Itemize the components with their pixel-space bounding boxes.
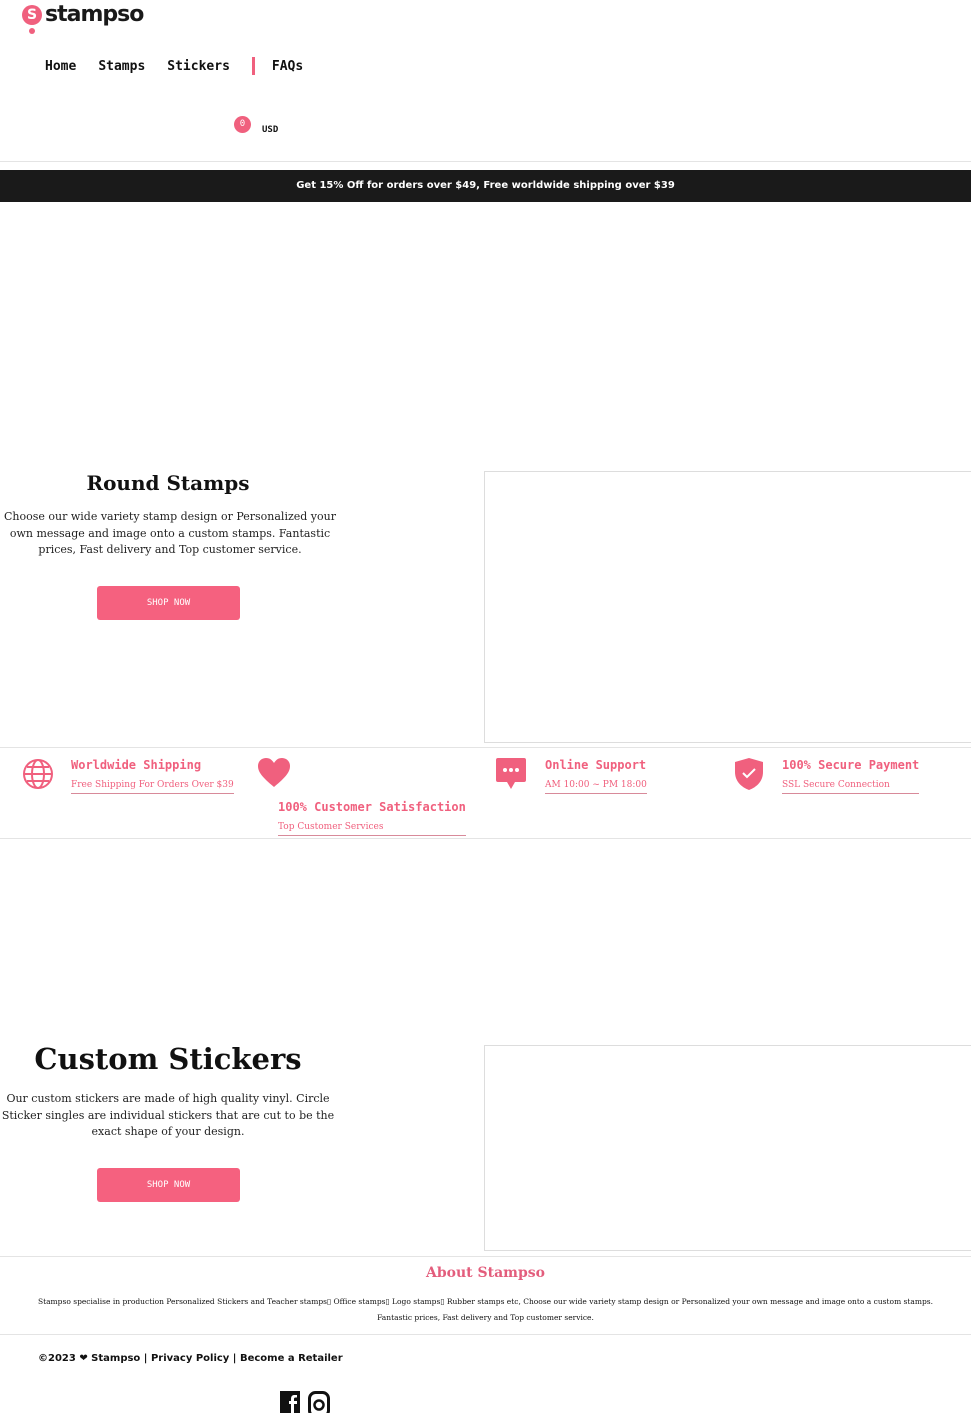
divider bbox=[0, 1256, 971, 1257]
round-stamps-image bbox=[484, 471, 971, 743]
globe-icon bbox=[23, 759, 53, 789]
feature-title: Worldwide Shipping bbox=[71, 758, 202, 772]
chat-icon bbox=[496, 758, 526, 789]
custom-stickers-title: Custom Stickers bbox=[34, 1042, 302, 1076]
privacy-policy-link[interactable]: Privacy Policy bbox=[151, 1353, 229, 1364]
feature-subtitle: Free Shipping For Orders Over $39 bbox=[71, 780, 234, 794]
feature-secure-payment: 100% Secure Payment SSL Secure Connection bbox=[735, 758, 920, 794]
become-retailer-link[interactable]: Become a Retailer bbox=[240, 1353, 343, 1364]
about-description: Stampso specialise in production Persona… bbox=[37, 1297, 934, 1322]
footer-links: ©2023 ❤ Stampso | Privacy Policy | Becom… bbox=[38, 1353, 343, 1364]
logo-text: stampso bbox=[45, 2, 144, 27]
main-nav: Home Stamps Stickers FAQs bbox=[45, 57, 325, 75]
nav-faqs[interactable]: FAQs bbox=[272, 59, 303, 74]
divider bbox=[0, 747, 971, 748]
feature-subtitle: Top Customer Services bbox=[278, 822, 466, 836]
feature-subtitle: SSL Secure Connection bbox=[782, 780, 920, 794]
instagram-icon[interactable] bbox=[308, 1391, 330, 1413]
shield-check-icon bbox=[735, 758, 763, 790]
heart-icon bbox=[258, 758, 290, 787]
copyright: ©2023 ❤ Stampso bbox=[38, 1353, 141, 1364]
feature-title: 100% Secure Payment bbox=[782, 758, 920, 772]
feature-customer-satisfaction: 100% Customer Satisfaction Top Customer S… bbox=[258, 758, 466, 836]
feature-online-support: Online Support AM 10:00 ~ PM 18:00 bbox=[496, 758, 647, 794]
currency-selector[interactable]: USD bbox=[262, 125, 278, 135]
divider bbox=[0, 161, 971, 162]
feature-title: 100% Customer Satisfaction bbox=[278, 800, 466, 814]
round-stamps-desc: Choose our wide variety stamp design or … bbox=[4, 510, 336, 556]
nav-stamps[interactable]: Stamps bbox=[98, 59, 145, 74]
custom-stickers-desc: Our custom stickers are made of high qua… bbox=[1, 1092, 335, 1138]
promo-banner: Get 15% Off for orders over $49, Free wo… bbox=[0, 170, 971, 202]
round-stamps-title: Round Stamps bbox=[86, 471, 250, 495]
divider bbox=[0, 1334, 971, 1335]
facebook-icon[interactable] bbox=[280, 1391, 300, 1413]
custom-stickers-shop-button[interactable]: SHOP NOW bbox=[97, 1168, 240, 1202]
divider bbox=[0, 838, 971, 839]
about-title: About Stampso bbox=[426, 1265, 545, 1281]
nav-divider bbox=[251, 57, 255, 75]
cart-count-badge[interactable]: 0 bbox=[234, 116, 251, 133]
logo[interactable]: S stampso bbox=[22, 2, 144, 34]
logo-mark: S bbox=[22, 4, 42, 34]
social-links bbox=[280, 1391, 330, 1413]
custom-stickers-image bbox=[484, 1045, 971, 1251]
nav-stickers[interactable]: Stickers bbox=[167, 59, 230, 74]
nav-home[interactable]: Home bbox=[45, 59, 76, 74]
feature-subtitle: AM 10:00 ~ PM 18:00 bbox=[545, 780, 647, 794]
feature-title: Online Support bbox=[545, 758, 647, 772]
feature-worldwide-shipping: Worldwide Shipping Free Shipping For Orde… bbox=[22, 758, 234, 794]
round-stamps-shop-button[interactable]: SHOP NOW bbox=[97, 586, 240, 620]
